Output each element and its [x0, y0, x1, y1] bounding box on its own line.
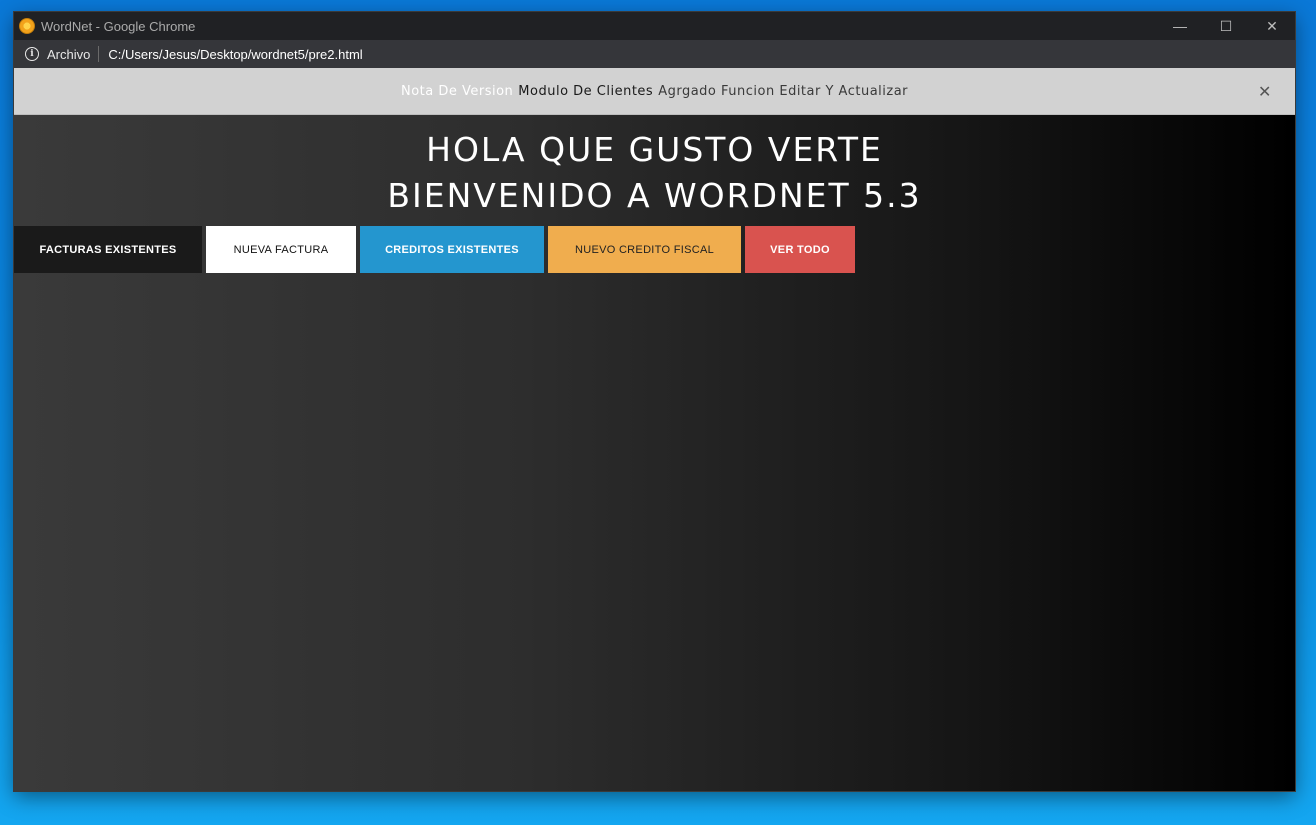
address-bar[interactable]: i Archivo C:/Users/Jesus/Desktop/wordnet… — [14, 40, 1295, 68]
close-button[interactable]: ✕ — [1249, 12, 1295, 40]
address-url[interactable]: C:/Users/Jesus/Desktop/wordnet5/pre2.htm… — [108, 47, 362, 62]
action-buttons: FACTURAS EXISTENTES NUEVA FACTURA CREDIT… — [14, 226, 1295, 273]
page-content: Nota De Version Modulo De Clientes Agrga… — [14, 68, 1295, 791]
title-bar[interactable]: WordNet - Google Chrome — ☐ ✕ — [14, 12, 1295, 40]
minimize-button[interactable]: — — [1157, 12, 1203, 40]
window-controls: — ☐ ✕ — [1157, 12, 1295, 40]
heading-line-1: HOLA QUE GUSTO VERTE — [426, 130, 883, 169]
minimize-icon: — — [1173, 18, 1187, 34]
creditos-existentes-button[interactable]: CREDITOS EXISTENTES — [360, 226, 544, 273]
close-icon: ✕ — [1266, 17, 1278, 34]
heading-line-2: BIENVENIDO A WORDNET 5.3 — [387, 176, 922, 215]
notice-prefix: Nota De Version — [400, 83, 514, 99]
maximize-icon: ☐ — [1219, 17, 1233, 34]
app-icon — [19, 18, 35, 34]
notice-module: Modulo De Clientes — [518, 83, 654, 99]
nueva-factura-button[interactable]: NUEVA FACTURA — [206, 226, 356, 273]
browser-window: WordNet - Google Chrome — ☐ ✕ i Archivo … — [14, 12, 1295, 791]
maximize-button[interactable]: ☐ — [1203, 12, 1249, 40]
info-icon[interactable]: i — [25, 47, 39, 61]
window-title: WordNet - Google Chrome — [41, 18, 196, 34]
ver-todo-button[interactable]: VER TODO — [745, 226, 855, 273]
notice-message: Agrgado Funcion Editar Y Actualizar — [658, 83, 909, 99]
address-separator — [98, 46, 100, 62]
notice-close-icon[interactable]: ✕ — [1255, 81, 1275, 101]
version-notice: Nota De Version Modulo De Clientes Agrga… — [14, 68, 1295, 115]
nuevo-credito-fiscal-button[interactable]: NUEVO CREDITO FISCAL — [548, 226, 741, 273]
address-label: Archivo — [47, 46, 91, 62]
facturas-existentes-button[interactable]: FACTURAS EXISTENTES — [14, 226, 202, 273]
welcome-heading: HOLA QUE GUSTO VERTE BIENVENIDO A WORDNE… — [14, 127, 1295, 219]
